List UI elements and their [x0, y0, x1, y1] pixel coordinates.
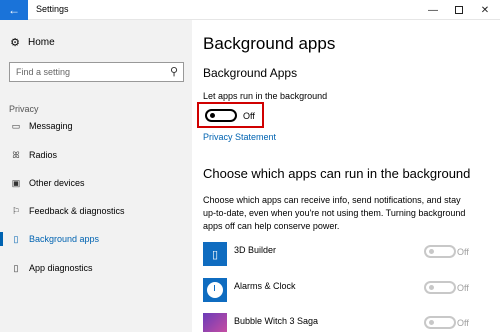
sidebar-item-label: Feedback & diagnostics: [29, 206, 125, 216]
active-indicator: [0, 232, 3, 246]
3d-builder-icon: ▯: [203, 242, 227, 266]
sidebar-item-app-diagnostics[interactable]: ▯ App diagnostics: [0, 259, 192, 277]
choose-apps-description: Choose which apps can receive info, send…: [203, 195, 466, 231]
background-apps-toggle[interactable]: [205, 109, 237, 122]
bubble-witch-icon: [203, 313, 227, 332]
sidebar: ⚙ Home Find a setting ⚲ Privacy ▭ Messag…: [0, 20, 192, 332]
maximize-button[interactable]: [446, 0, 472, 20]
radio-tower-icon: ꕤ: [12, 149, 20, 160]
app-toggle-state: Off: [457, 283, 469, 293]
app-toggle[interactable]: [424, 281, 456, 294]
sidebar-item-label: Messaging: [29, 121, 73, 131]
sidebar-item-background-apps[interactable]: ▯ Background apps: [0, 230, 192, 248]
app-row-alarms-clock: Alarms & Clock Off: [192, 278, 500, 308]
app-name: Bubble Witch 3 Saga: [234, 316, 319, 326]
app-diagnostics-icon: ▯: [13, 262, 19, 273]
background-toggle-label: Let apps run in the background: [203, 91, 328, 101]
page-title: Background apps: [203, 34, 336, 53]
toggle-knob: [429, 320, 434, 325]
privacy-statement-link[interactable]: Privacy Statement: [203, 132, 276, 142]
close-button[interactable]: ✕: [472, 0, 498, 20]
app-toggle-state: Off: [457, 318, 469, 328]
app-name: Alarms & Clock: [234, 281, 296, 291]
app-toggle[interactable]: [424, 245, 456, 258]
app-window-icon: ▯: [13, 233, 19, 244]
app-row-3d-builder: ▯ 3D Builder Off: [192, 242, 500, 272]
app-toggle[interactable]: [424, 316, 456, 329]
home-label: Home: [28, 37, 55, 48]
toggle-state-text: Off: [243, 111, 255, 121]
back-arrow-icon[interactable]: ←: [0, 0, 28, 20]
sidebar-item-label: Background apps: [29, 234, 100, 244]
minimize-button[interactable]: —: [420, 0, 446, 20]
alarms-clock-icon: [203, 278, 227, 302]
sidebar-item-label: Other devices: [29, 178, 85, 188]
toggle-knob: [429, 249, 434, 254]
sidebar-item-label: App diagnostics: [29, 263, 93, 273]
app-toggle-state: Off: [457, 247, 469, 257]
search-icon[interactable]: ⚲: [170, 65, 178, 78]
privacy-section-label: Privacy: [9, 104, 39, 114]
sidebar-item-radios[interactable]: ꕤ Radios: [0, 146, 192, 164]
app-row-bubble-witch: Bubble Witch 3 Saga Off: [192, 313, 500, 332]
toggle-knob: [429, 285, 434, 290]
devices-icon: ▣: [11, 177, 21, 188]
section-subtitle: Background Apps: [203, 66, 298, 80]
search-input[interactable]: Find a setting ⚲: [9, 62, 184, 82]
home-nav-item[interactable]: ⚙ Home: [8, 36, 55, 49]
search-placeholder: Find a setting: [16, 67, 71, 77]
gear-icon: ⚙: [10, 37, 20, 49]
sidebar-item-messaging[interactable]: ▭ Messaging: [0, 117, 192, 135]
maximize-icon: [455, 6, 463, 14]
message-icon: ▭: [11, 120, 21, 131]
sidebar-item-label: Radios: [29, 150, 58, 160]
feedback-icon: ⚐: [11, 205, 21, 216]
choose-apps-heading: Choose which apps can run in the backgro…: [203, 166, 471, 181]
toggle-knob: [210, 113, 215, 118]
clock-face-icon: [207, 282, 223, 298]
title-bar: ← Settings — ✕: [0, 0, 500, 20]
sidebar-item-other-devices[interactable]: ▣ Other devices: [0, 174, 192, 192]
main-content: Background apps Background Apps Let apps…: [192, 20, 500, 332]
window-title: Settings: [36, 4, 69, 14]
app-name: 3D Builder: [234, 245, 277, 255]
sidebar-item-feedback-diagnostics[interactable]: ⚐ Feedback & diagnostics: [0, 202, 192, 220]
